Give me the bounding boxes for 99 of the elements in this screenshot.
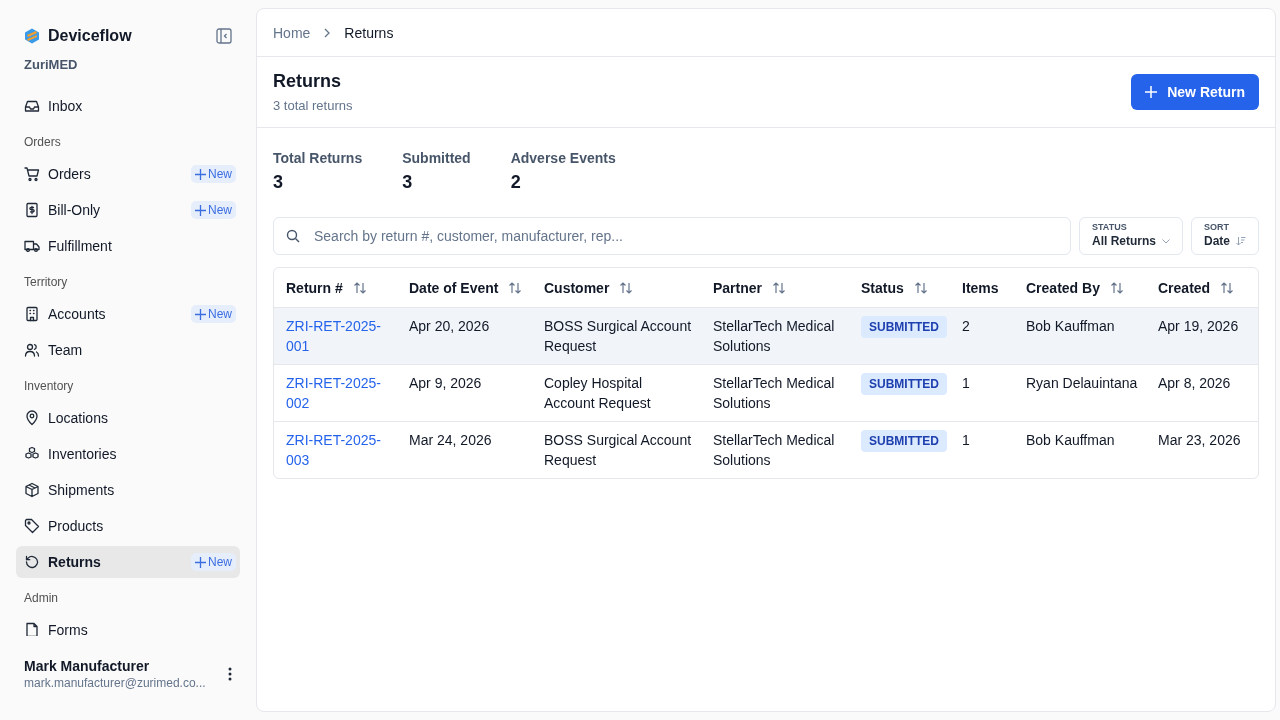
plus-icon <box>195 204 206 216</box>
breadcrumb-item[interactable]: Home <box>273 24 311 41</box>
building-icon <box>24 306 40 322</box>
plus-icon <box>1145 86 1158 98</box>
column-header[interactable]: Created <box>1146 268 1258 308</box>
truck-icon <box>24 238 40 254</box>
nav-item[interactable]: Products <box>16 510 240 542</box>
table-cell: 1 <box>962 432 970 448</box>
nav-item[interactable]: Fulfillment <box>16 230 240 262</box>
stat-value: 3 <box>402 172 414 193</box>
plus-icon <box>195 308 206 320</box>
organization-name: ZuriMED <box>23 57 79 72</box>
logo-icon <box>24 28 40 44</box>
status-badge: SUBMITTED <box>861 316 947 338</box>
nav-item[interactable]: Inventories <box>16 438 240 470</box>
stat-label: Total Returns <box>273 150 363 166</box>
column-header[interactable]: Customer <box>532 268 701 308</box>
nav-item[interactable]: Inbox <box>16 90 240 122</box>
nav-section-label: Orders <box>23 134 62 151</box>
plus-icon <box>195 168 206 180</box>
column-header[interactable]: Return # <box>274 268 397 308</box>
table-cell: Bob Kauffman <box>1026 318 1115 334</box>
table-cell: Apr 19, 2026 <box>1158 318 1239 334</box>
chevron-down-icon <box>1162 238 1170 244</box>
table-cell: StellarTech Medical Solutions <box>713 432 835 468</box>
column-header[interactable]: Date of Event <box>397 268 532 308</box>
status-badge: SUBMITTED <box>861 373 947 395</box>
sort-icon[interactable] <box>772 280 787 295</box>
table-cell: StellarTech Medical Solutions <box>713 318 835 354</box>
table-cell: Mar 24, 2026 <box>409 432 492 448</box>
sort-icon[interactable] <box>352 280 367 295</box>
status-badge: SUBMITTED <box>861 430 947 452</box>
table-cell: 1 <box>962 375 970 391</box>
tag-icon <box>24 518 40 534</box>
new-badge[interactable]: New <box>191 553 236 571</box>
map-pin-icon <box>24 410 40 426</box>
more-options-icon[interactable] <box>228 667 232 681</box>
return-link[interactable]: ZRI-RET-2025-002 <box>286 373 389 413</box>
table-cell: Ryan Delauintana <box>1026 375 1138 391</box>
nav-item[interactable]: Bill-Only New <box>16 194 240 226</box>
column-header[interactable]: Created By <box>1014 268 1146 308</box>
table-cell: 2 <box>962 318 970 334</box>
stat-label: Submitted <box>402 150 471 166</box>
brand-name: Deviceflow <box>48 27 133 45</box>
plus-icon <box>195 556 206 568</box>
sort-icon[interactable] <box>619 280 634 295</box>
nav-item[interactable]: Team <box>16 334 240 366</box>
nav-section-label: Inventory <box>23 378 75 395</box>
user-email: mark.manufacturer@zurimed.co... <box>24 676 207 690</box>
stat-value: 3 <box>273 172 284 193</box>
stat-label: Adverse Events <box>510 150 616 166</box>
table-cell: Copley Hospital Account Request <box>544 375 651 411</box>
nav-item[interactable]: Returns New <box>16 546 240 578</box>
document-icon <box>24 622 40 636</box>
undo-arrow-icon <box>24 554 40 570</box>
package-icon <box>24 482 40 498</box>
inbox-icon <box>24 98 40 114</box>
nav-item[interactable]: Shipments <box>16 474 240 506</box>
nav-item[interactable]: Forms <box>16 614 240 636</box>
table-cell: Apr 8, 2026 <box>1158 375 1231 391</box>
boxes-icon <box>24 446 40 462</box>
breadcrumb-item: Returns <box>344 24 394 41</box>
new-badge[interactable]: New <box>191 201 236 219</box>
column-header[interactable]: Partner <box>701 268 849 308</box>
status-dropdown[interactable]: STATUS All Returns <box>1078 217 1183 255</box>
page-subtitle: 3 total returns <box>273 98 353 113</box>
nav-item[interactable]: Accounts New <box>16 298 240 330</box>
table-cell: BOSS Surgical Account Request <box>544 432 692 468</box>
table-cell: Apr 20, 2026 <box>409 318 490 334</box>
receipt-icon <box>24 202 40 218</box>
return-link[interactable]: ZRI-RET-2025-003 <box>286 430 389 470</box>
new-badge[interactable]: New <box>191 305 236 323</box>
sort-dropdown[interactable]: SORT Date <box>1191 217 1259 255</box>
table-cell: Apr 9, 2026 <box>409 375 482 391</box>
nav-item[interactable]: Locations <box>16 402 240 434</box>
column-header[interactable]: Items <box>950 268 1014 308</box>
page-title: Returns <box>273 71 342 92</box>
sort-order-icon <box>1236 236 1246 246</box>
nav-section-label: Admin <box>23 590 59 607</box>
table-cell: BOSS Surgical Account Request <box>544 318 692 354</box>
new-badge[interactable]: New <box>191 165 236 183</box>
user-name: Mark Manufacturer <box>24 658 151 674</box>
new-return-button[interactable]: New Return <box>1131 74 1259 110</box>
nav-item[interactable]: Orders New <box>16 158 240 190</box>
sort-icon[interactable] <box>913 280 928 295</box>
sidebar-toggle-icon[interactable] <box>216 28 232 44</box>
cart-icon <box>24 166 40 182</box>
table-cell: Mar 23, 2026 <box>1158 432 1241 448</box>
table-cell: StellarTech Medical Solutions <box>713 375 835 411</box>
column-header[interactable]: Status <box>849 268 950 308</box>
sort-icon[interactable] <box>508 280 523 295</box>
users-icon <box>24 342 40 358</box>
search-field[interactable]: Search by return #, customer, manufacturer, rep... <box>273 217 1071 255</box>
stat-value: 2 <box>510 172 522 193</box>
nav-section-label: Territory <box>23 274 69 291</box>
sort-icon[interactable] <box>1220 280 1235 295</box>
chevron-right-icon <box>324 27 331 38</box>
table-cell: Bob Kauffman <box>1026 432 1115 448</box>
sort-icon[interactable] <box>1109 280 1124 295</box>
